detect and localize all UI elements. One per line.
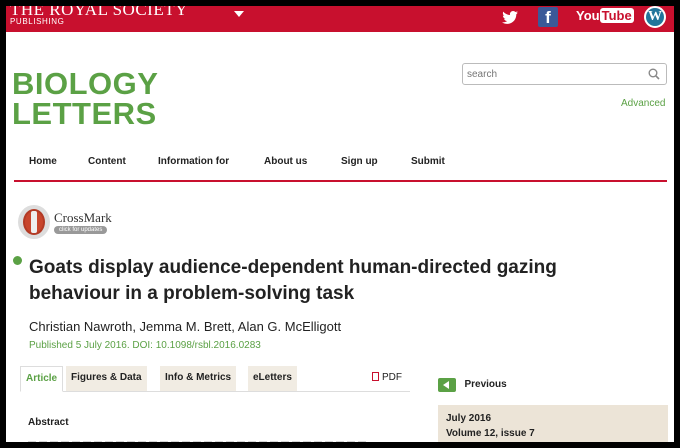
journal-logo[interactable]: BIOLOGY LETTERS (12, 66, 159, 131)
advanced-search-link[interactable]: Advanced (621, 98, 665, 109)
publisher-bar: THE ROYAL SOCIETY PUBLISHING f You Tube W (6, 6, 674, 32)
nav-content[interactable]: Content (88, 156, 126, 167)
pdf-link[interactable]: PDF (372, 372, 402, 383)
abstract-heading: Abstract (28, 417, 69, 428)
search-box (462, 63, 667, 85)
abstract-text (28, 441, 368, 442)
tab-info-metrics[interactable]: Info & Metrics (160, 366, 237, 391)
wordpress-icon[interactable]: W (644, 6, 666, 28)
search-input[interactable] (463, 64, 643, 85)
crossmark-icon (18, 205, 50, 239)
article-tabs: Article Figures & Data Info & Metrics eL… (20, 366, 410, 392)
logo-line-1: BIOLOGY (12, 66, 159, 101)
logo-line-2: LETTERS (12, 96, 157, 131)
youtube-icon[interactable]: You Tube (576, 8, 634, 23)
nav-submit[interactable]: Submit (411, 156, 445, 167)
tab-article[interactable]: Article (20, 366, 64, 392)
facebook-icon[interactable]: f (538, 7, 558, 27)
article-authors[interactable]: Christian Nawroth, Jemma M. Brett, Alan … (29, 319, 341, 334)
nav-information-for[interactable]: Information for (158, 156, 229, 167)
article-title: Goats display audience-dependent human-d… (29, 257, 557, 304)
chevron-left-icon (438, 377, 456, 392)
issue-info: July 2016 Volume 12, issue 7 (438, 405, 668, 442)
nav-divider (14, 180, 667, 182)
crossmark-badge[interactable]: CrossMark click for updates (18, 205, 118, 241)
previous-article-link[interactable]: Previous (438, 376, 507, 394)
tab-eletters[interactable]: eLetters (248, 366, 297, 391)
nav-home[interactable]: Home (29, 156, 57, 167)
publisher-subtitle: PUBLISHING (10, 17, 65, 26)
article-published: Published 5 July 2016. DOI: 10.1098/rsbl… (29, 340, 261, 351)
nav-sign-up[interactable]: Sign up (341, 156, 378, 167)
search-icon[interactable] (648, 68, 660, 80)
previous-label: Previous (464, 379, 507, 391)
tab-figures-data[interactable]: Figures & Data (66, 366, 147, 391)
crossmark-pill: click for updates (54, 226, 108, 234)
chevron-down-icon[interactable] (234, 11, 244, 17)
check-icon (13, 256, 22, 265)
nav-about-us[interactable]: About us (264, 156, 307, 167)
issue-date[interactable]: July 2016 (446, 413, 491, 424)
issue-volume[interactable]: Volume 12, issue 7 (446, 428, 535, 439)
pdf-icon (372, 372, 379, 381)
crossmark-label: CrossMark (54, 210, 112, 225)
twitter-icon[interactable] (502, 11, 518, 24)
browser-viewport: THE ROYAL SOCIETY PUBLISHING f You Tube W… (6, 6, 674, 442)
